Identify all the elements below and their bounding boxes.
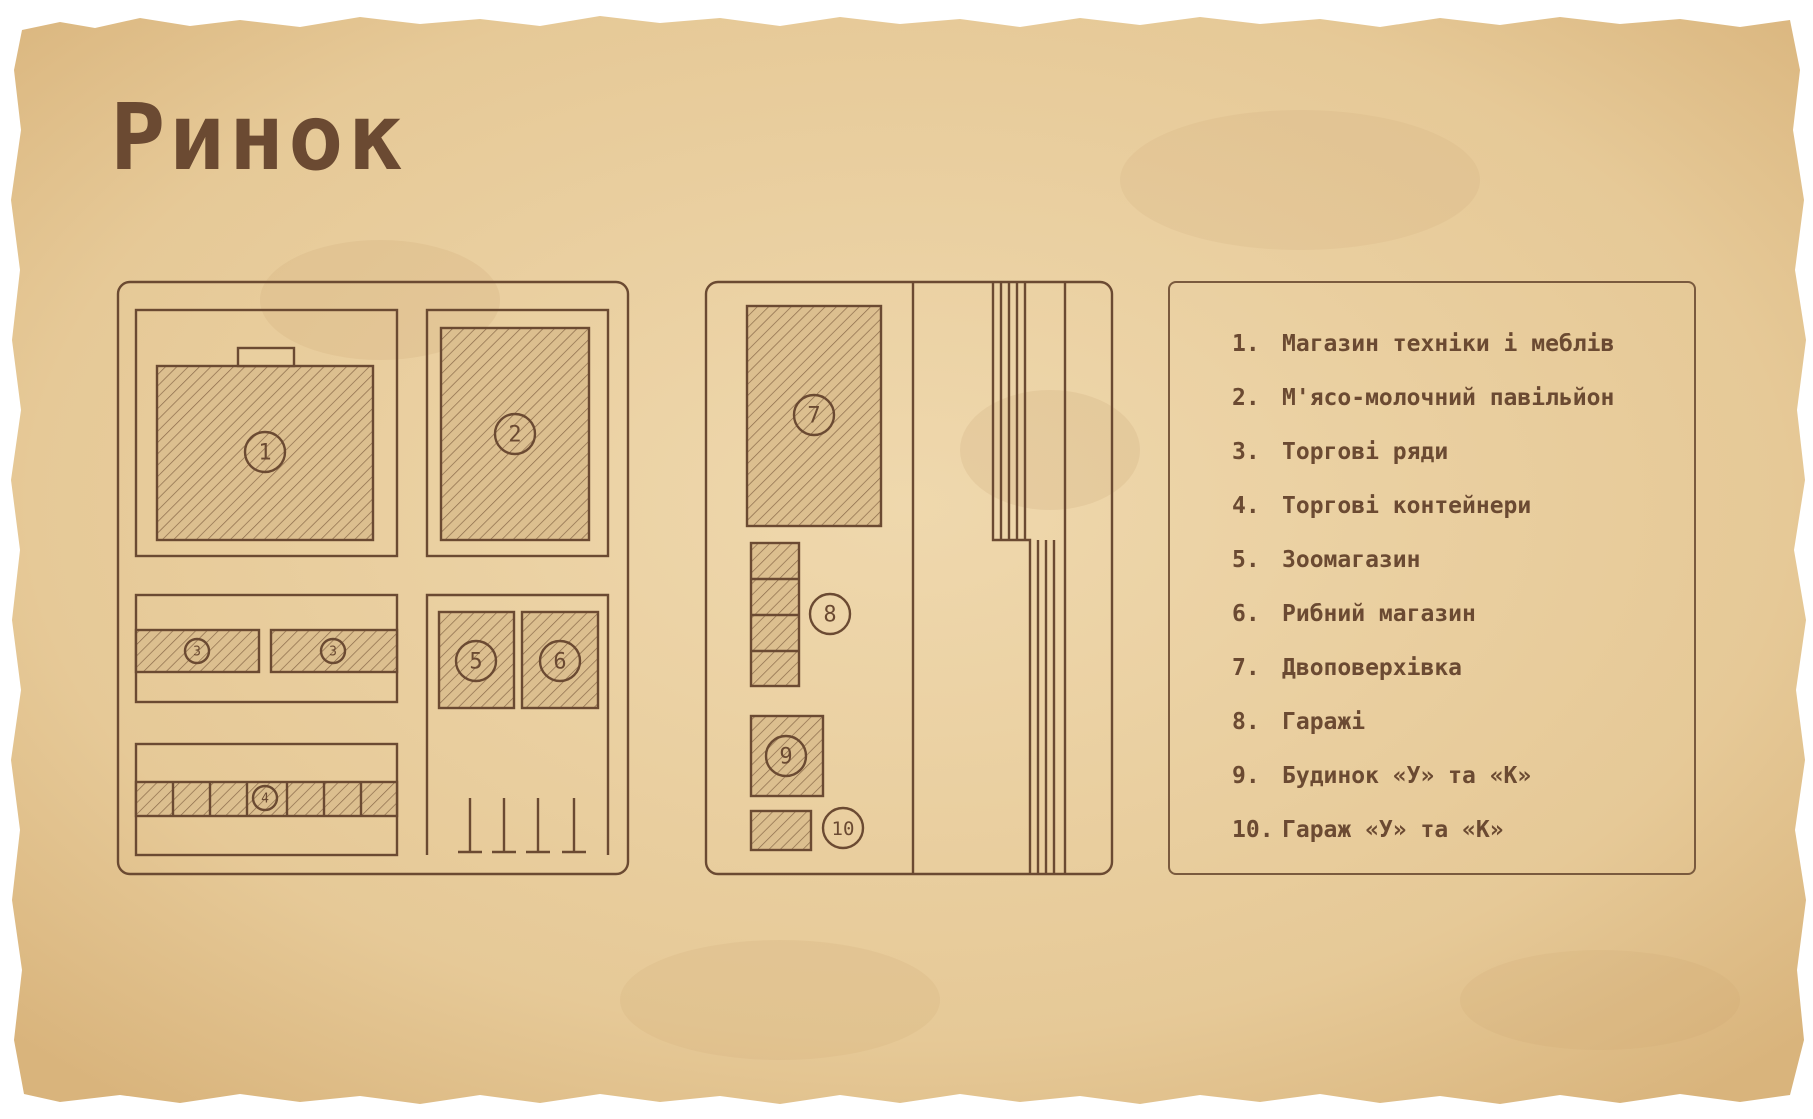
middle-block bbox=[704, 280, 1114, 876]
marker-label: 8 bbox=[823, 603, 836, 628]
marker-8: 8 bbox=[808, 592, 852, 636]
legend-label: Рибний магазин bbox=[1282, 601, 1476, 627]
marker-label: 10 bbox=[832, 818, 855, 840]
legend-label: Зоомагазин bbox=[1282, 547, 1421, 573]
legend-number: 6. bbox=[1232, 601, 1260, 627]
marker-label: 2 bbox=[508, 423, 521, 448]
legend-item: 4. Торгові контейнери bbox=[1232, 479, 1694, 533]
legend-label: М'ясо-молочний павільйон bbox=[1282, 385, 1615, 411]
legend-number: 8. bbox=[1232, 709, 1260, 735]
legend-item: 1. Магазин техніки і меблів bbox=[1232, 317, 1694, 371]
legend-label: Торгові контейнери bbox=[1282, 493, 1532, 519]
legend-list: 1. Магазин техніки і меблів 2. М'ясо-молочн… bbox=[1170, 283, 1694, 857]
legend-number: 3. bbox=[1232, 439, 1260, 465]
legend-number: 1. bbox=[1232, 331, 1260, 357]
legend-item: 7. Двоповерхівка bbox=[1232, 641, 1694, 695]
map-page: Ринок 1 2 3 3 4 5 6 7 8 9 10 1. Магазин … bbox=[0, 0, 1813, 1119]
legend-box: 1. Магазин техніки і меблів 2. М'ясо-молочн… bbox=[1168, 281, 1696, 875]
legend-item: 9. Будинок «У» та «К» bbox=[1232, 749, 1694, 803]
legend-number: 10. bbox=[1232, 817, 1274, 843]
legend-label: Гараж «У» та «К» bbox=[1282, 817, 1504, 843]
garage-10 bbox=[749, 809, 813, 852]
marker-label: 1 bbox=[258, 441, 271, 466]
marker-label: 6 bbox=[553, 650, 566, 675]
legend-label: Магазин техніки і меблів bbox=[1282, 331, 1615, 357]
marker-label: 4 bbox=[261, 792, 269, 807]
legend-label: Будинок «У» та «К» bbox=[1282, 763, 1532, 789]
marker-label: 3 bbox=[329, 645, 337, 660]
marker-10: 10 bbox=[821, 806, 865, 850]
legend-item: 2. М'ясо-молочний павільйон bbox=[1232, 371, 1694, 425]
legend-item: 10. Гараж «У» та «К» bbox=[1232, 803, 1694, 857]
marker-label: 7 bbox=[807, 404, 820, 429]
legend-item: 8. Гаражі bbox=[1232, 695, 1694, 749]
legend-number: 4. bbox=[1232, 493, 1260, 519]
marker-label: 5 bbox=[469, 650, 482, 675]
legend-number: 2. bbox=[1232, 385, 1260, 411]
legend-number: 7. bbox=[1232, 655, 1260, 681]
legend-label: Гаражі bbox=[1282, 709, 1366, 735]
legend-item: 5. Зоомагазин bbox=[1232, 533, 1694, 587]
legend-item: 6. Рибний магазин bbox=[1232, 587, 1694, 641]
legend-label: Двоповерхівка bbox=[1282, 655, 1463, 681]
legend-number: 5. bbox=[1232, 547, 1260, 573]
legend-label: Торгові ряди bbox=[1282, 439, 1449, 465]
left-block bbox=[116, 280, 630, 876]
legend-number: 9. bbox=[1232, 763, 1260, 789]
marker-label: 9 bbox=[779, 745, 792, 770]
marker-label: 3 bbox=[193, 645, 201, 660]
legend-item: 3. Торгові ряди bbox=[1232, 425, 1694, 479]
